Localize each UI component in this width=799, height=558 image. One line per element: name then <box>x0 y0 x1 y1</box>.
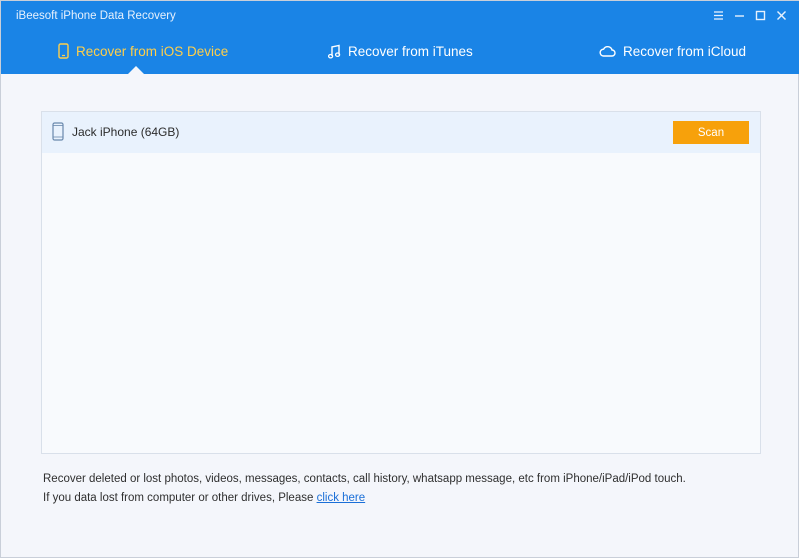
window-title: iBeesoft iPhone Data Recovery <box>16 10 176 22</box>
tab-recover-icloud[interactable]: Recover from iCloud <box>599 40 746 62</box>
cloud-icon <box>599 45 616 57</box>
header-bar: iBeesoft iPhone Data Recovery Recover fr… <box>1 1 799 74</box>
click-here-link[interactable]: click here <box>317 492 366 504</box>
device-row[interactable]: Jack iPhone (64GB) Scan <box>42 112 760 153</box>
menu-icon[interactable] <box>710 7 727 24</box>
phone-icon <box>58 43 69 59</box>
close-icon[interactable] <box>773 7 790 24</box>
tab-label: Recover from iCloud <box>623 43 747 59</box>
tab-label: Recover from iOS Device <box>76 43 229 59</box>
music-note-icon <box>328 44 341 59</box>
tab-recover-ios-device[interactable]: Recover from iOS Device <box>58 40 228 62</box>
window-controls <box>710 7 790 24</box>
footer-help-line: If you data lost from computer or other … <box>43 492 365 504</box>
minimize-icon[interactable] <box>731 7 748 24</box>
tab-bar: Recover from iOS Device Recover from iTu… <box>1 33 799 74</box>
footer-help-text: If you data lost from computer or other … <box>43 492 317 504</box>
device-name: Jack iPhone (64GB) <box>72 125 180 139</box>
app-window: iBeesoft iPhone Data Recovery Recover fr… <box>0 0 799 558</box>
phone-icon <box>52 122 64 146</box>
device-list-panel: Jack iPhone (64GB) Scan <box>41 111 761 454</box>
tab-label: Recover from iTunes <box>348 43 473 59</box>
scan-button[interactable]: Scan <box>673 121 749 144</box>
footer-description: Recover deleted or lost photos, videos, … <box>43 473 686 485</box>
tab-recover-itunes[interactable]: Recover from iTunes <box>328 40 473 62</box>
active-tab-pointer <box>128 66 144 74</box>
maximize-icon[interactable] <box>752 7 769 24</box>
